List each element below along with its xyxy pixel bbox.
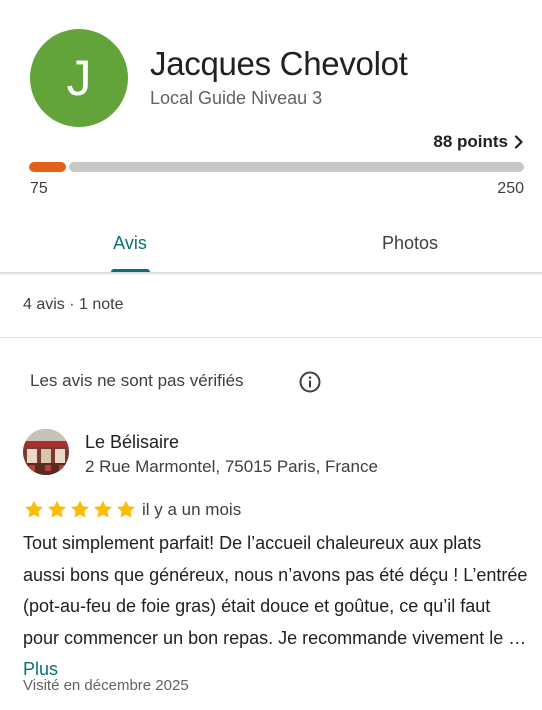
profile-name: Jacques Chevolot	[150, 45, 408, 82]
avatar-initial: J	[66, 50, 92, 106]
star-icon	[117, 500, 135, 518]
tabs-divider	[0, 272, 542, 276]
place-name[interactable]: Le Bélisaire	[85, 432, 179, 453]
points-link[interactable]: 88 points	[433, 132, 524, 152]
review-body: Tout simplement parfait! De l’accueil ch…	[23, 528, 528, 686]
star-icon	[71, 500, 89, 518]
star-icon	[94, 500, 112, 518]
place-thumbnail[interactable]	[23, 429, 69, 475]
review-date: il y a un mois	[142, 500, 242, 519]
tab-avis[interactable]: Avis	[30, 220, 230, 276]
progress-track	[69, 162, 524, 172]
avatar[interactable]: J	[30, 29, 128, 127]
progress-max-label: 250	[497, 180, 524, 197]
review-counts: 4 avis · 1 note	[23, 296, 124, 313]
star-icon	[48, 500, 66, 518]
progress-min-label: 75	[30, 180, 48, 197]
place-address: 2 Rue Marmontel, 75015 Paris, France	[85, 457, 378, 476]
unverified-notice: Les avis ne sont pas vérifiés	[30, 371, 244, 390]
tab-photos[interactable]: Photos	[310, 220, 510, 276]
star-icon	[25, 500, 43, 518]
local-guide-level: Local Guide Niveau 3	[150, 88, 323, 108]
rating-stars	[23, 499, 137, 520]
review-body-text: Tout simplement parfait! De l’accueil ch…	[23, 533, 528, 648]
visited-date: Visité en décembre 2025	[23, 677, 189, 694]
points-label: 88 points	[433, 132, 508, 151]
tab-bar: Avis Photos	[0, 220, 542, 276]
divider	[0, 337, 542, 338]
review-text: Tout simplement parfait! De l’accueil ch…	[23, 528, 528, 686]
level-progress-bar	[29, 162, 524, 172]
progress-fill	[29, 162, 66, 172]
info-icon[interactable]	[298, 370, 322, 394]
tab-photos-label: Photos	[381, 233, 439, 253]
more-link[interactable]: Plus	[23, 659, 58, 679]
chevron-right-icon	[514, 135, 523, 149]
restaurant-photo-icon	[23, 429, 69, 475]
